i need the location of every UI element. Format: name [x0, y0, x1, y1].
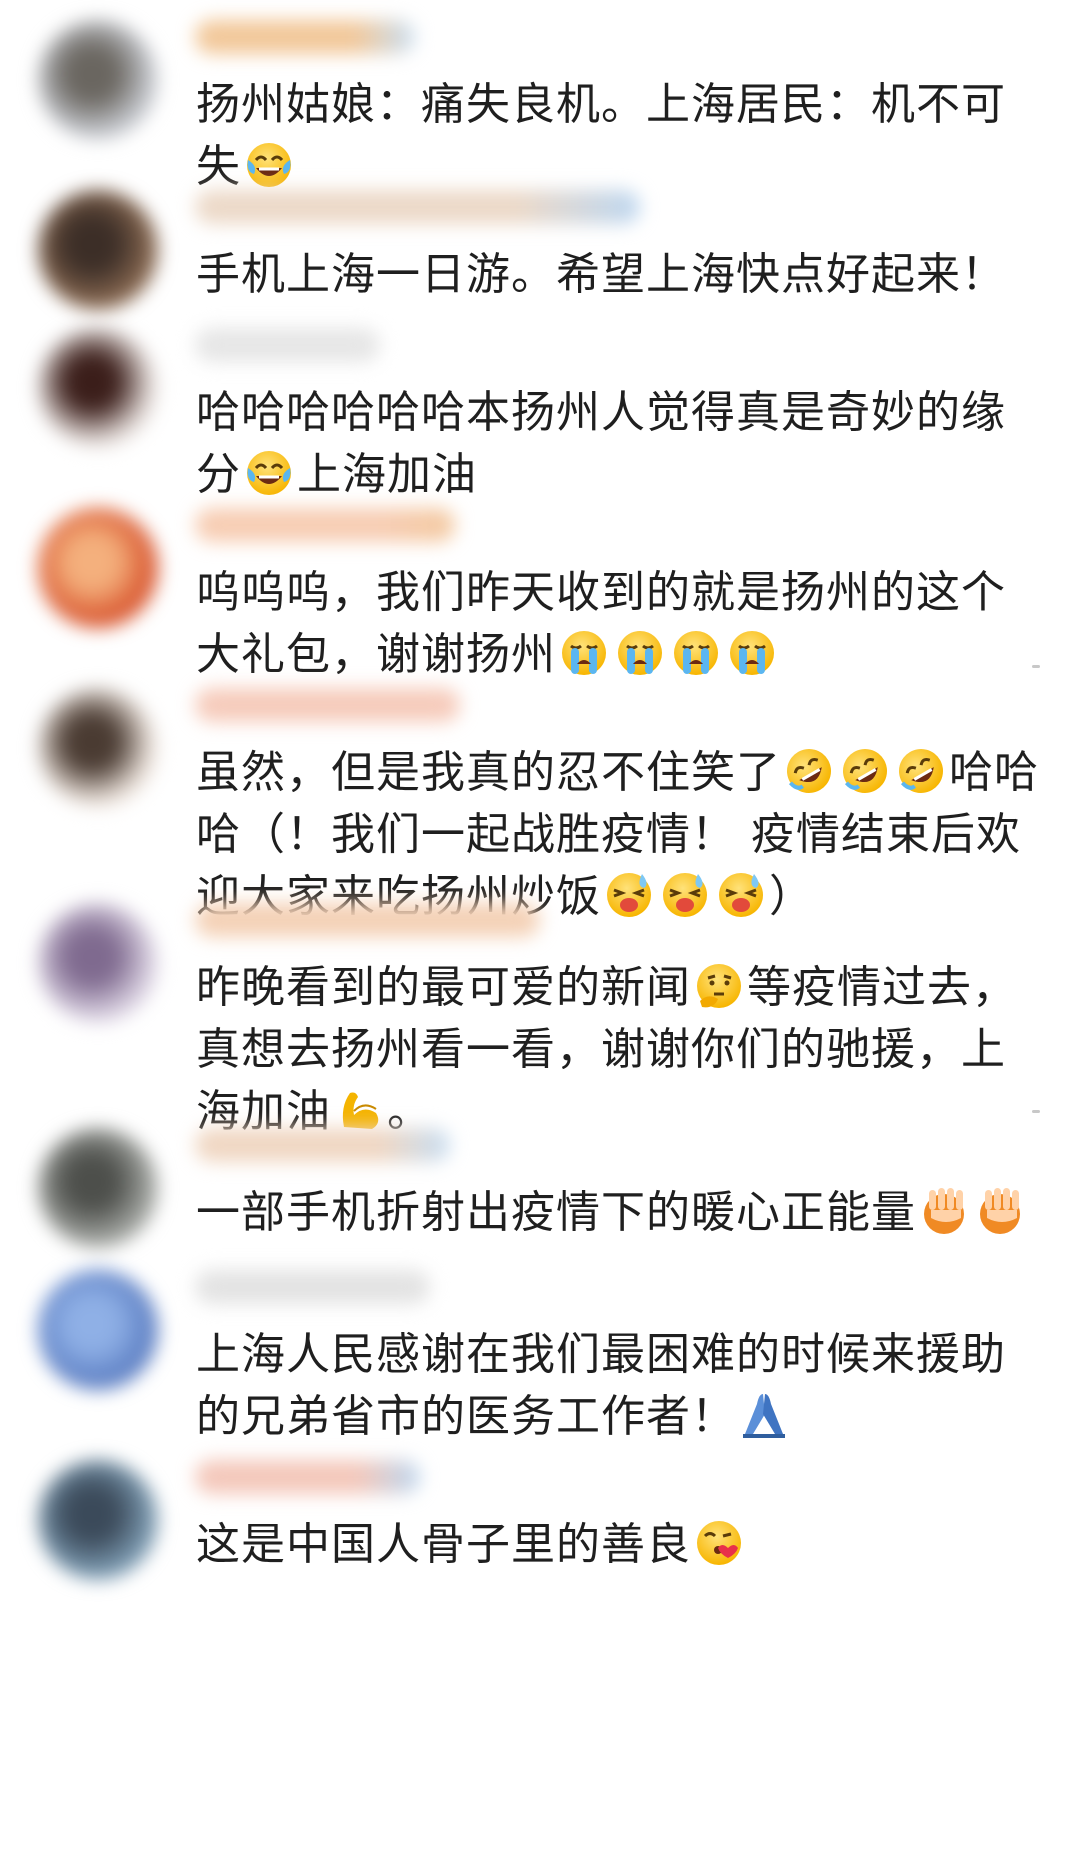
- avatar[interactable]: [38, 328, 158, 448]
- crying-emoji: [618, 631, 662, 675]
- sweat-laugh-emoji: [607, 873, 651, 917]
- sweat-laugh-emoji: [719, 873, 763, 917]
- avatar[interactable]: [38, 688, 158, 808]
- username-blurred[interactable]: [195, 1460, 420, 1494]
- tears-of-joy-emoji: [247, 143, 291, 187]
- comment-text-segment: 上海加油: [297, 449, 477, 500]
- comment-text-segment: 手机上海一日游。希望上海快点好起来！: [196, 249, 1006, 300]
- username-blurred[interactable]: [195, 508, 455, 542]
- comment-text: 昨晚看到的最可爱的新闻 等疫情过去，真想去扬州看一看，谢谢你们的驰援，上海加油。: [196, 957, 1046, 1143]
- comment-text: 虽然，但是我真的忍不住笑了 哈哈哈（！我们一起战胜疫情！ 疫情结束后欢迎大家来吃扬…: [196, 742, 1046, 928]
- username-blurred[interactable]: [195, 903, 540, 937]
- comment-list: 扬州姑娘：痛失良机。上海居民：机不可失手机上海一日游。希望上海快点好起来！ 哈哈哈…: [0, 0, 1080, 1860]
- username-blurred[interactable]: [195, 1270, 430, 1304]
- username-blurred[interactable]: [195, 1128, 450, 1162]
- comment-text: 哈哈哈哈哈哈本扬州人觉得真是奇妙的缘分 上海加油: [196, 382, 1046, 506]
- username-blurred[interactable]: [195, 688, 460, 722]
- rolling-laughing-emoji: [899, 749, 943, 793]
- rolling-laughing-emoji: [787, 749, 831, 793]
- username-blurred[interactable]: [195, 190, 640, 224]
- avatar[interactable]: [38, 190, 158, 310]
- username-blurred[interactable]: [195, 328, 380, 362]
- avatar[interactable]: [38, 1460, 158, 1580]
- blowing-kiss-emoji: [697, 1521, 741, 1565]
- crying-emoji: [730, 631, 774, 675]
- comment-text-segment: ）: [769, 871, 814, 922]
- comment-text-segment: 扬州姑娘：痛失良机。上海居民：机不可失: [196, 79, 1006, 192]
- comment-text: 上海人民感谢在我们最困难的时候来援助的兄弟省市的医务工作者！: [196, 1324, 1046, 1448]
- thinking-emoji: [697, 964, 741, 1008]
- comment-text-segment: 这是中国人骨子里的善良: [196, 1519, 691, 1570]
- avatar[interactable]: [38, 903, 158, 1023]
- comment-text: 扬州姑娘：痛失良机。上海居民：机不可失: [196, 74, 1046, 198]
- rolling-laughing-emoji: [843, 749, 887, 793]
- comment-text-segment: 昨晚看到的最可爱的新闻: [196, 962, 691, 1013]
- tears-of-joy-emoji: [247, 451, 291, 495]
- avatar[interactable]: [38, 1270, 158, 1390]
- comment-text: 一部手机折射出疫情下的暖心正能量: [196, 1182, 1046, 1244]
- peace-hands-emoji: [924, 1188, 964, 1234]
- avatar[interactable]: [38, 1128, 158, 1248]
- peace-hands-emoji: [980, 1188, 1020, 1234]
- divider-mark: [1032, 1110, 1040, 1113]
- avatar[interactable]: [38, 20, 158, 140]
- crying-emoji: [562, 631, 606, 675]
- crying-emoji: [674, 631, 718, 675]
- folded-hands-emoji: [743, 1394, 785, 1438]
- divider-mark: [1032, 665, 1040, 668]
- comment-text: 呜呜呜，我们昨天收到的就是扬州的这个大礼包，谢谢扬州: [196, 562, 1046, 686]
- comment-text-segment: 上海人民感谢在我们最困难的时候来援助的兄弟省市的医务工作者！: [196, 1329, 1006, 1442]
- comment-text-segment: 虽然，但是我真的忍不住笑了: [196, 747, 781, 798]
- sweat-laugh-emoji: [663, 873, 707, 917]
- comment-text: 这是中国人骨子里的善良: [196, 1514, 1046, 1576]
- comment-text-segment: 一部手机折射出疫情下的暖心正能量: [196, 1187, 916, 1238]
- avatar[interactable]: [38, 508, 158, 628]
- username-blurred[interactable]: [195, 20, 415, 54]
- comment-text: 手机上海一日游。希望上海快点好起来！: [196, 244, 1046, 306]
